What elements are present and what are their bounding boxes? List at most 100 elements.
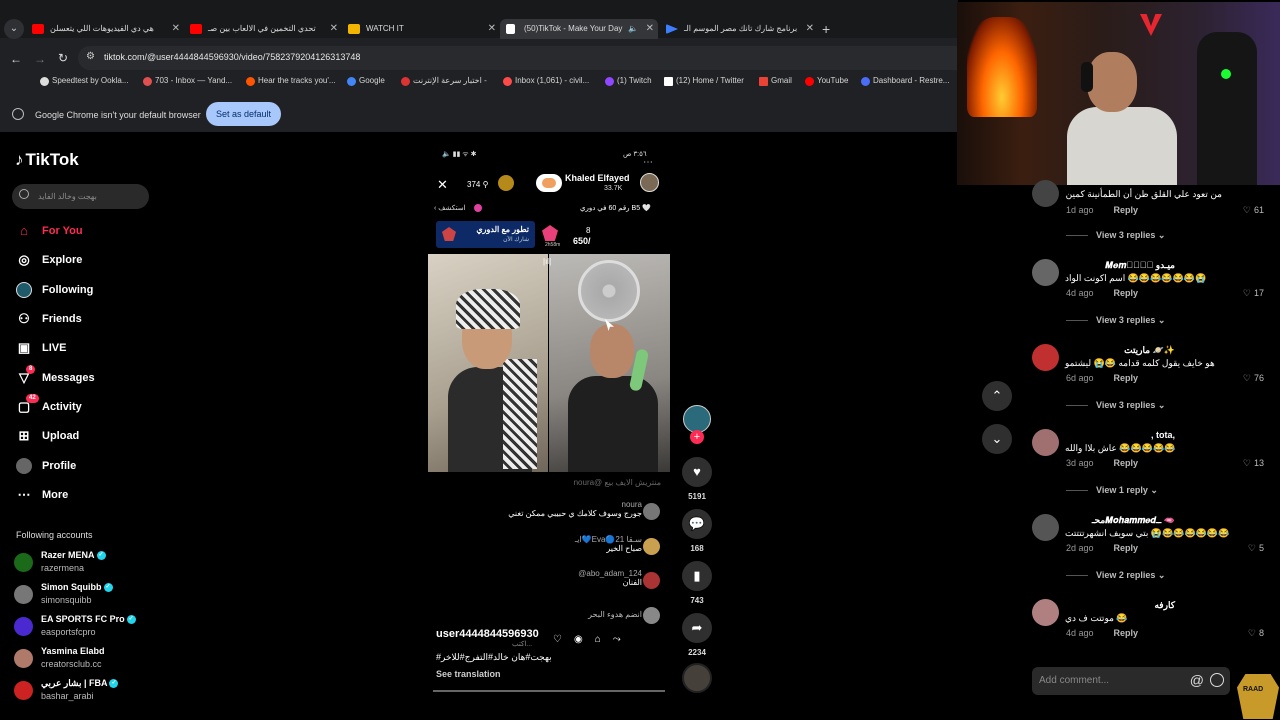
comment-like[interactable]: ♡ 17 <box>1243 288 1264 299</box>
nav-more[interactable]: ⋯ More <box>16 485 69 505</box>
close-icon[interactable]: ✕ <box>806 19 814 39</box>
view-replies-button[interactable]: View 3 replies ⌄ <box>1066 400 1165 411</box>
like-button[interactable]: ♥ <box>682 457 712 487</box>
tab-1[interactable]: هي دي الفيديوهات اللي يتعسلن ✕ <box>26 19 184 39</box>
nav-activity[interactable]: ▢ 42 Activity <box>16 394 82 417</box>
add-comment-input[interactable]: Add comment... @ <box>1032 667 1230 695</box>
commenter-name[interactable]: كارفه <box>1154 600 1175 611</box>
reply-button[interactable]: Reply <box>1114 288 1139 298</box>
reply-button[interactable]: Reply <box>1114 205 1139 215</box>
nav-profile[interactable]: Profile <box>16 456 76 476</box>
tab-search-button[interactable]: ⌄ <box>4 19 24 39</box>
see-translation-link[interactable]: See translation <box>436 669 501 679</box>
comment-button[interactable]: 💬 <box>682 509 712 539</box>
points-emblem-icon <box>542 225 558 241</box>
nav-friends[interactable]: ⚇ Friends <box>16 309 82 329</box>
forward-button[interactable]: → <box>34 52 46 66</box>
site-info-icon[interactable]: ⚙ <box>86 51 95 62</box>
explore-text: استكشف <box>438 205 466 212</box>
commenter-name[interactable]: محـ𝑴𝒐𝒉𝒂𝒎𝒎𝒆𝒅ــ 🫦 <box>1092 515 1175 526</box>
set-as-default-button[interactable]: Set as default <box>206 102 281 126</box>
bookmark-4[interactable]: Google <box>347 76 385 86</box>
previous-video-button[interactable]: ⌃ <box>982 381 1012 411</box>
new-tab-button[interactable]: + <box>822 19 830 39</box>
commenter-avatar[interactable] <box>1032 429 1059 456</box>
reply-button[interactable]: Reply <box>1114 543 1139 553</box>
nav-following[interactable]: Following <box>16 280 93 300</box>
audio-bars-icon: |ıl| <box>543 257 552 266</box>
comment-like[interactable]: ♡ 5 <box>1248 543 1264 554</box>
fireplace-image <box>967 17 1037 117</box>
tab-tiktok-active[interactable]: (50)TikTok - Make Your Day 🔈 ✕ <box>500 19 658 39</box>
close-icon[interactable]: ✕ <box>330 19 338 39</box>
commenter-name[interactable]: ماريتت 🪐✨ <box>1124 345 1175 356</box>
bookmark-10[interactable]: YouTube <box>805 76 848 86</box>
mention-icon[interactable]: @ <box>1190 672 1204 688</box>
comment-like[interactable]: ♡ 61 <box>1243 205 1264 216</box>
nav-messages[interactable]: ▽ 8 Messages <box>16 365 95 388</box>
comment-like[interactable]: ♡ 13 <box>1243 458 1264 469</box>
share-button[interactable]: ➦ <box>682 613 712 643</box>
view-replies-button[interactable]: View 1 reply ⌄ <box>1066 485 1158 496</box>
nav-live[interactable]: ▣ LIVE <box>16 338 67 358</box>
speaker-icon[interactable]: 🔈 <box>628 19 638 39</box>
next-video-button[interactable]: ⌄ <box>982 424 1012 454</box>
comment-like[interactable]: ♡ 8 <box>1248 628 1264 639</box>
add-comment-placeholder: Add comment... <box>1039 675 1110 686</box>
friends-icon: ⚇ <box>18 311 30 326</box>
bookmark-5[interactable]: اختبار سرعة الإنترنت - <box>401 76 487 86</box>
following-account[interactable]: بشار عربي | FBA ✓ bashar_arabi <box>14 676 164 708</box>
video-player[interactable]: 🔈 ▮▮ ᯤ ✱ ٣:٥٦ ص ⋯ ✕ 374 ⚲ Khaled Elfayed… <box>428 145 670 695</box>
search-input[interactable]: بهجت وخالد الفايد <box>12 184 149 209</box>
close-icon[interactable]: ✕ <box>488 19 496 39</box>
bookmark-1[interactable]: Speedtest by Ookla... <box>40 76 129 86</box>
tab-2[interactable]: تحدي التخمين في الالعاب بين صـ ✕ <box>184 19 342 39</box>
bookmark-label: Inbox (1,061) - civil... <box>515 76 590 85</box>
creator-avatar[interactable] <box>683 405 711 433</box>
view-replies-button[interactable]: View 3 replies ⌄ <box>1066 315 1165 326</box>
video-username[interactable]: user4444844596930 <box>436 628 539 640</box>
bookmark-9[interactable]: Gmail <box>759 76 792 86</box>
following-account[interactable]: Simon Squibb ✓ simonsquibb <box>14 580 164 612</box>
reload-button[interactable]: ↻ <box>58 51 68 65</box>
reply-button[interactable]: Reply <box>1114 628 1139 638</box>
address-bar[interactable]: ⚙ tiktok.com/@user4444844596930/video/75… <box>78 46 958 70</box>
tiktok-logo[interactable]: ♪ TikTok <box>15 150 79 170</box>
view-replies-button[interactable]: View 2 replies ⌄ <box>1066 570 1165 581</box>
bookmark-2[interactable]: 703 - Inbox — Yand... <box>143 76 232 86</box>
bookmark-7[interactable]: (1) Twitch <box>605 76 652 86</box>
commenter-avatar[interactable] <box>1032 180 1059 207</box>
following-account[interactable]: EA SPORTS FC Pro ✓ easportsfcpro <box>14 612 164 644</box>
back-button[interactable]: ← <box>10 52 22 66</box>
tab-3[interactable]: WATCH IT ✕ <box>342 19 500 39</box>
nav-upload[interactable]: ⊞ Upload <box>16 426 80 446</box>
view-replies-button[interactable]: View 3 replies ⌄ <box>1066 230 1165 241</box>
bookmark-8[interactable]: (12) Home / Twitter <box>664 76 744 86</box>
more-icon: ⋯ <box>17 487 31 502</box>
commenter-name[interactable]: , tota, <box>1151 430 1175 440</box>
music-disc[interactable] <box>682 663 712 693</box>
commenter-avatar[interactable] <box>1032 514 1059 541</box>
following-account[interactable]: Yasmina Elabd creatorsclub.cc <box>14 644 164 676</box>
bookmark-3[interactable]: Hear the tracks you'... <box>246 76 336 86</box>
follow-plus-button[interactable]: + <box>690 430 704 444</box>
close-icon[interactable]: ✕ <box>646 19 654 39</box>
nav-for-you[interactable]: ⌂ For You <box>16 221 82 241</box>
commenter-avatar[interactable] <box>1032 599 1059 626</box>
nav-explore[interactable]: ◎ Explore <box>16 250 82 270</box>
close-icon[interactable]: ✕ <box>172 19 180 39</box>
save-button[interactable]: ▮ <box>682 561 712 591</box>
bookmark-11[interactable]: Dashboard - Restre... <box>861 76 949 86</box>
following-account[interactable]: Razer MENA ✓ razermena <box>14 548 164 580</box>
commenter-name[interactable]: 𝑴𝒆𝒎𝒐ًٍِ ميـدو <box>1105 260 1175 271</box>
chat-avatar <box>643 503 660 520</box>
commenter-avatar[interactable] <box>1032 259 1059 286</box>
tab-5[interactable]: برنامج شارك تانك مصر الموسم الـ ✕ <box>660 19 818 39</box>
comment-like[interactable]: ♡ 76 <box>1243 373 1264 384</box>
reply-button[interactable]: Reply <box>1114 373 1139 383</box>
reply-button[interactable]: Reply <box>1114 458 1139 468</box>
commenter-avatar[interactable] <box>1032 344 1059 371</box>
bookmark-6[interactable]: Inbox (1,061) - civil... <box>503 76 590 86</box>
video-hashtags[interactable]: #بهجت#هان خالد#التفرج#للاخر <box>436 652 552 663</box>
emoji-icon[interactable] <box>1210 673 1224 687</box>
